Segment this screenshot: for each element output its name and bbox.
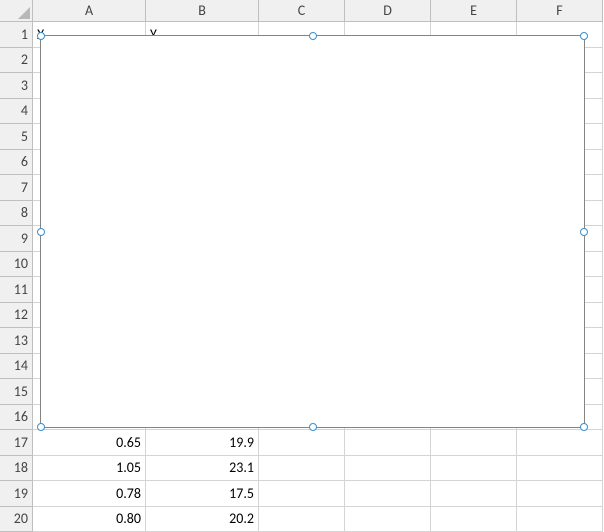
cell-value: 0.80 xyxy=(116,510,141,527)
cell-F18[interactable] xyxy=(517,456,603,482)
column-header-A[interactable]: A xyxy=(33,0,146,22)
resize-handle-nw[interactable] xyxy=(37,32,45,40)
cell-value: 23.1 xyxy=(229,459,254,476)
row-header-label: 18 xyxy=(14,459,28,476)
cell-value: 19.9 xyxy=(229,434,254,451)
column-header-label: C xyxy=(298,2,305,19)
cell-E18[interactable] xyxy=(431,456,517,482)
row-header-18[interactable]: 18 xyxy=(0,456,33,482)
cell-A18[interactable]: 1.05 xyxy=(33,456,146,482)
resize-handle-e[interactable] xyxy=(580,228,588,236)
select-all-triangle-icon xyxy=(18,7,30,19)
row-header-8[interactable]: 8 xyxy=(0,201,33,227)
row-header-10[interactable]: 10 xyxy=(0,252,33,278)
cell-value: 20.2 xyxy=(229,510,254,527)
row-header-label: 10 xyxy=(14,255,28,272)
row-header-label: 9 xyxy=(21,230,28,247)
cell-B18[interactable]: 23.1 xyxy=(146,456,259,482)
row-header-1[interactable]: 1 xyxy=(0,22,33,48)
row-header-label: 19 xyxy=(14,485,28,502)
column-header-label: B xyxy=(198,2,206,19)
row-header-label: 1 xyxy=(21,26,28,43)
column-header-D[interactable]: D xyxy=(345,0,431,22)
cell-A19[interactable]: 0.78 xyxy=(33,481,146,507)
column-header-label: D xyxy=(383,2,392,19)
row-header-label: 8 xyxy=(21,204,28,221)
cell-D20[interactable] xyxy=(345,507,431,532)
row-header-2[interactable]: 2 xyxy=(0,48,33,74)
column-header-label: F xyxy=(556,2,562,19)
row-header-label: 16 xyxy=(14,408,28,425)
row-header-17[interactable]: 17 xyxy=(0,430,33,456)
row-header-4[interactable]: 4 xyxy=(0,99,33,125)
cell-E20[interactable] xyxy=(431,507,517,532)
row-header-9[interactable]: 9 xyxy=(0,226,33,252)
cell-F19[interactable] xyxy=(517,481,603,507)
cell-C18[interactable] xyxy=(259,456,345,482)
cell-D17[interactable] xyxy=(345,430,431,456)
row-header-14[interactable]: 14 xyxy=(0,354,33,380)
resize-handle-se[interactable] xyxy=(580,423,588,431)
row-header-20[interactable]: 20 xyxy=(0,507,33,532)
row-header-label: 20 xyxy=(14,510,28,527)
embedded-chart-object[interactable] xyxy=(40,35,585,428)
cell-B20[interactable]: 20.2 xyxy=(146,507,259,532)
row-header-label: 2 xyxy=(21,51,28,68)
resize-handle-w[interactable] xyxy=(37,228,45,236)
row-header-5[interactable]: 5 xyxy=(0,124,33,150)
resize-handle-ne[interactable] xyxy=(580,32,588,40)
column-header-E[interactable]: E xyxy=(431,0,517,22)
row-header-label: 15 xyxy=(14,383,28,400)
row-header-7[interactable]: 7 xyxy=(0,175,33,201)
cell-value: 0.78 xyxy=(116,485,141,502)
row-header-12[interactable]: 12 xyxy=(0,303,33,329)
row-header-16[interactable]: 16 xyxy=(0,405,33,431)
column-header-label: A xyxy=(85,2,93,19)
cell-value: 17.5 xyxy=(229,485,254,502)
row-header-label: 3 xyxy=(21,77,28,94)
select-all-corner[interactable] xyxy=(0,0,33,22)
resize-handle-sw[interactable] xyxy=(37,423,45,431)
column-header-C[interactable]: C xyxy=(259,0,345,22)
row-header-label: 4 xyxy=(21,102,28,119)
row-header-label: 5 xyxy=(21,128,28,145)
cell-value: 0.65 xyxy=(116,434,141,451)
row-header-label: 11 xyxy=(14,281,28,298)
cell-E17[interactable] xyxy=(431,430,517,456)
cell-D19[interactable] xyxy=(345,481,431,507)
row-header-label: 17 xyxy=(14,434,28,451)
column-header-F[interactable]: F xyxy=(517,0,603,22)
row-header-13[interactable]: 13 xyxy=(0,328,33,354)
cell-A20[interactable]: 0.80 xyxy=(33,507,146,532)
cell-value: 1.05 xyxy=(116,459,141,476)
cell-A17[interactable]: 0.65 xyxy=(33,430,146,456)
column-header-B[interactable]: B xyxy=(146,0,259,22)
row-header-6[interactable]: 6 xyxy=(0,150,33,176)
cell-C17[interactable] xyxy=(259,430,345,456)
resize-handle-s[interactable] xyxy=(309,423,317,431)
cell-F20[interactable] xyxy=(517,507,603,532)
row-header-19[interactable]: 19 xyxy=(0,481,33,507)
cell-B17[interactable]: 19.9 xyxy=(146,430,259,456)
row-header-3[interactable]: 3 xyxy=(0,73,33,99)
resize-handle-n[interactable] xyxy=(309,32,317,40)
cell-D18[interactable] xyxy=(345,456,431,482)
row-header-11[interactable]: 11 xyxy=(0,277,33,303)
row-header-15[interactable]: 15 xyxy=(0,379,33,405)
row-header-label: 6 xyxy=(21,153,28,170)
row-header-label: 14 xyxy=(14,357,28,374)
cell-C20[interactable] xyxy=(259,507,345,532)
cell-E19[interactable] xyxy=(431,481,517,507)
row-header-label: 7 xyxy=(21,179,28,196)
row-header-label: 13 xyxy=(14,332,28,349)
cell-C19[interactable] xyxy=(259,481,345,507)
cell-F17[interactable] xyxy=(517,430,603,456)
column-header-label: E xyxy=(470,2,477,19)
cell-B19[interactable]: 17.5 xyxy=(146,481,259,507)
row-header-label: 12 xyxy=(14,306,28,323)
